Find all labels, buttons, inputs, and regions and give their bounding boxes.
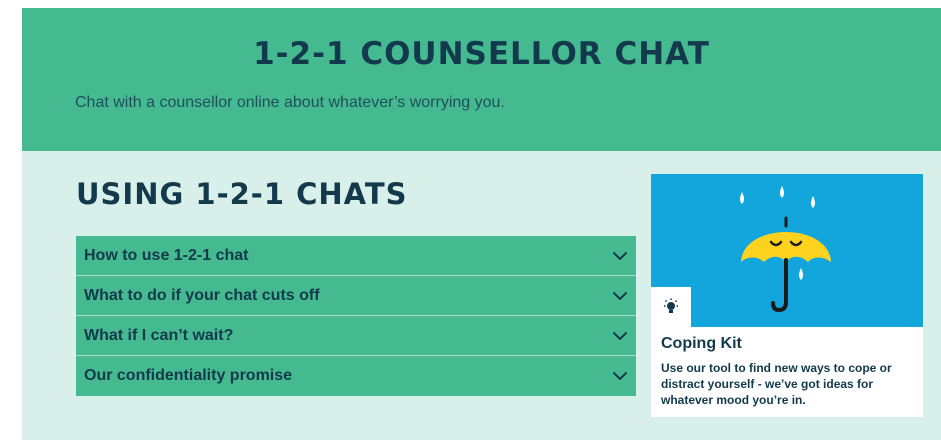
chevron-down-icon[interactable] (612, 251, 628, 261)
coping-kit-card[interactable]: Coping Kit Use our tool to find new ways… (651, 174, 923, 417)
card-title[interactable]: Coping Kit (661, 335, 742, 353)
chevron-down-icon[interactable] (612, 331, 628, 341)
accordion-item-label: Our confidentiality promise (84, 367, 293, 384)
page-subtitle: Chat with a counsellor online about what… (75, 94, 505, 111)
chevron-down-icon[interactable] (612, 371, 628, 381)
hero-banner: 1-2-1 COUNSELLOR CHAT Chat with a counse… (22, 8, 941, 151)
accordion-item-label: How to use 1-2-1 chat (84, 246, 249, 264)
accordion-item-how-to-use[interactable]: How to use 1-2-1 chat (76, 236, 636, 276)
main-content: USING 1-2-1 CHATS How to use 1-2-1 chat … (22, 151, 941, 440)
card-description: Use our tool to find new ways to cope or… (661, 361, 892, 407)
accordion-item-label: What to do if your chat cuts off (84, 286, 320, 304)
left-margin (0, 0, 22, 440)
umbrella-icon (740, 186, 831, 313)
section-title: USING 1-2-1 CHATS (76, 177, 408, 211)
accordion-item-label: What if I can’t wait? (84, 326, 234, 344)
page-title: 1-2-1 COUNSELLOR CHAT (253, 36, 710, 72)
coping-kit-image (651, 174, 923, 327)
lightbulb-icon (664, 298, 678, 313)
chevron-down-icon[interactable] (612, 291, 628, 301)
top-edge (22, 0, 941, 8)
accordion: How to use 1-2-1 chat What to do if your… (76, 236, 636, 396)
card-badge (651, 287, 691, 327)
accordion-item-confidentiality[interactable]: Our confidentiality promise (76, 356, 636, 396)
accordion-item-chat-cuts-off[interactable]: What to do if your chat cuts off (76, 276, 636, 316)
accordion-item-cant-wait[interactable]: What if I can’t wait? (76, 316, 636, 356)
